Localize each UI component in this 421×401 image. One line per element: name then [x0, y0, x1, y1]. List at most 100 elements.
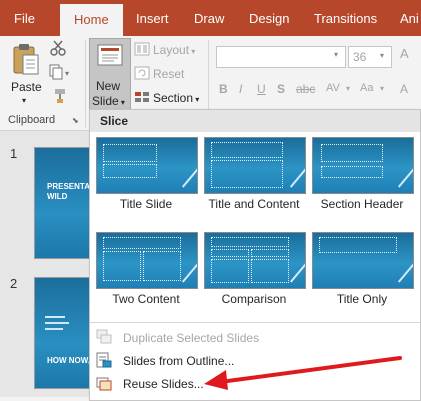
layout-two-content-label: Two Content	[112, 292, 180, 306]
tab-design[interactable]: Design	[249, 0, 289, 36]
section-button[interactable]: Section ▾	[153, 91, 199, 105]
section-label: Section	[153, 91, 194, 105]
placeholder-box	[321, 144, 383, 162]
new-slide-icon	[97, 44, 123, 66]
tab-home[interactable]: Home	[60, 4, 123, 36]
pen-decoration	[397, 235, 413, 283]
placeholder-box	[103, 144, 157, 162]
font-name-dropdown-icon[interactable]: ▾	[334, 50, 338, 59]
bold-icon[interactable]: B	[219, 82, 228, 96]
new-slide-label-line1: New	[96, 79, 121, 93]
paste-dropdown-icon[interactable]: ▾	[22, 96, 26, 105]
tab-file[interactable]: File	[14, 0, 35, 36]
slide-1-title-text: PRESENTA WILD	[47, 182, 90, 201]
layout-title-content-label: Title and Content	[208, 197, 300, 211]
italic-icon[interactable]: I	[239, 82, 242, 96]
chevron-down-icon: ▾	[118, 98, 125, 107]
layout-label: Layout	[153, 43, 190, 57]
new-slide-button[interactable]: New Slide ▾	[89, 38, 131, 112]
annotation-arrow-icon	[204, 356, 402, 390]
pen-decoration	[397, 140, 413, 188]
tab-transitions[interactable]: Transitions	[314, 0, 377, 36]
layout-section-header[interactable]	[312, 137, 414, 194]
layout-icon[interactable]	[134, 42, 150, 56]
underline-icon[interactable]: U	[257, 82, 266, 96]
placeholder-box	[211, 160, 283, 188]
layout-comparison[interactable]	[204, 232, 306, 289]
new-slide-label-line2: Slide	[92, 94, 119, 108]
tab-draw[interactable]: Draw	[194, 0, 224, 36]
font-size-value: 36	[353, 50, 367, 64]
paste-button-label[interactable]: Paste	[11, 80, 42, 94]
reuse-slides-label: Reuse Slides...	[123, 377, 204, 391]
reuse-slides-icon	[96, 377, 112, 391]
chevron-down-icon[interactable]: ▾	[380, 84, 384, 93]
change-case-icon[interactable]: Aa	[360, 82, 373, 94]
bullet-line	[45, 328, 63, 330]
chevron-down-icon: ▾	[193, 95, 200, 104]
placeholder-box	[103, 237, 181, 249]
placeholder-box	[103, 164, 157, 178]
section-icon[interactable]	[134, 90, 150, 104]
slide-thumbnail-2[interactable]: HOW NOW,	[34, 277, 92, 389]
placeholder-box	[211, 259, 249, 283]
font-name-input[interactable]	[216, 46, 346, 68]
layout-title-slide-label: Title Slide	[119, 197, 173, 211]
pen-decoration	[289, 235, 305, 283]
slide-1-title: PRESENTA WILD	[47, 182, 91, 202]
font-size-input[interactable]: 36 ▾	[348, 46, 392, 68]
tab-insert[interactable]: Insert	[136, 0, 169, 36]
tab-animations[interactable]: Ani	[400, 0, 419, 36]
layout-two-content[interactable]	[96, 232, 198, 289]
increase-font-size-icon[interactable]: A	[400, 46, 418, 66]
ribbon-tab-bar: File Home Insert Draw Design Transitions…	[0, 0, 421, 36]
layout-title-only[interactable]	[312, 232, 414, 289]
slide-number: 1	[10, 146, 18, 161]
layout-comparison-label: Comparison	[221, 292, 287, 306]
font-size-dropdown-icon[interactable]: ▾	[380, 51, 384, 60]
slide-2-title: HOW NOW,	[47, 356, 91, 365]
text-shadow-icon[interactable]: S	[277, 82, 285, 96]
slide-thumbnail-pane: 1 PRESENTA WILD 2 HOW NOW,	[0, 131, 92, 397]
character-spacing-icon[interactable]: AV	[326, 82, 340, 94]
clipboard-launcher-icon[interactable]: ⬊	[72, 116, 79, 125]
placeholder-box	[251, 259, 289, 283]
pen-decoration	[289, 140, 305, 188]
placeholder-box	[211, 142, 283, 158]
cut-icon[interactable]	[49, 40, 67, 56]
slide-number: 2	[10, 276, 18, 291]
layout-section-header-label: Section Header	[320, 197, 404, 211]
bullet-line	[45, 322, 69, 324]
placeholder-box	[211, 249, 249, 257]
layout-title-slide[interactable]	[96, 137, 198, 194]
strikethrough-icon[interactable]: abc	[296, 82, 315, 96]
placeholder-box	[103, 251, 141, 281]
placeholder-box	[143, 251, 181, 281]
slides-from-outline-icon	[96, 352, 112, 368]
placeholder-box	[321, 166, 383, 178]
copy-icon[interactable]: ▾	[49, 64, 73, 80]
pen-decoration	[181, 235, 197, 283]
chevron-down-icon: ▾	[189, 47, 196, 56]
chevron-down-icon[interactable]: ▾	[346, 84, 350, 93]
duplicate-slides-icon	[96, 329, 112, 344]
font-color-icon[interactable]: A	[400, 82, 408, 96]
svg-text:▾: ▾	[65, 69, 69, 78]
layout-title-content[interactable]	[204, 137, 306, 194]
theme-section-header: Slice	[90, 110, 420, 132]
format-painter-icon[interactable]	[49, 88, 67, 104]
placeholder-box	[319, 237, 397, 253]
pen-decoration	[181, 140, 197, 188]
reset-button[interactable]: Reset	[153, 67, 184, 81]
placeholder-box	[251, 249, 289, 257]
group-separator	[85, 40, 86, 128]
paste-icon[interactable]	[10, 42, 40, 76]
placeholder-box	[211, 237, 289, 247]
layout-button[interactable]: Layout ▾	[153, 43, 195, 57]
theme-name: Slice	[100, 114, 129, 128]
slide-thumbnail-1[interactable]: PRESENTA WILD	[34, 147, 92, 259]
clipboard-group-label: Clipboard	[8, 114, 56, 126]
reset-icon[interactable]	[134, 66, 150, 80]
menu-separator	[90, 322, 420, 323]
new-slide-label-line2-wrap: Slide ▾	[92, 94, 125, 108]
